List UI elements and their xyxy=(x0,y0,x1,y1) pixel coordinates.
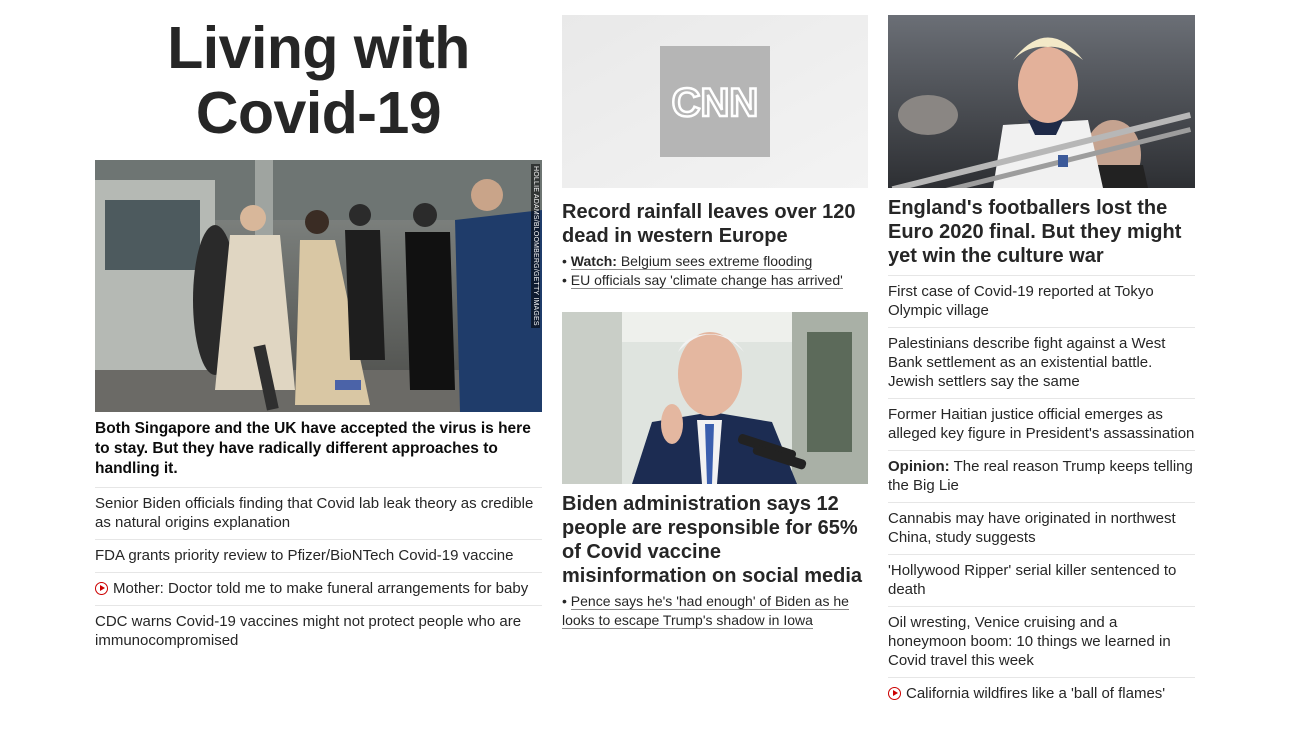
related-link[interactable]: • Pence says he's 'had enough' of Biden … xyxy=(562,592,868,630)
cnn-logo-icon: CNN xyxy=(672,81,759,125)
story-link[interactable]: Former Haitian justice official emerges … xyxy=(888,406,1194,442)
list-item[interactable]: Oil wresting, Venice cruising and a hone… xyxy=(888,607,1195,678)
related-link-text[interactable]: EU officials say 'climate change has arr… xyxy=(570,272,843,289)
england-headline[interactable]: England's footballers lost the Euro 2020… xyxy=(888,196,1195,268)
subway-photo xyxy=(95,160,542,412)
list-item[interactable]: California wildfires like a 'ball of fla… xyxy=(888,678,1195,710)
list-item[interactable]: Opinion: The real reason Trump keeps tel… xyxy=(888,451,1195,503)
zone-title-line2: Covid-19 xyxy=(195,80,442,146)
lead-headline-link[interactable]: Both Singapore and the UK have accepted … xyxy=(95,420,531,477)
biden-photo-link[interactable] xyxy=(562,312,868,484)
biden-related-links: • Pence says he's 'had enough' of Biden … xyxy=(562,592,868,630)
story-link[interactable]: First case of Covid-19 reported at Tokyo… xyxy=(888,283,1154,319)
play-video-icon xyxy=(95,582,108,595)
list-item[interactable]: Mother: Doctor told me to make funeral a… xyxy=(95,573,542,606)
list-item[interactable]: Former Haitian justice official emerges … xyxy=(888,399,1195,451)
story-link[interactable]: Oil wresting, Venice cruising and a hone… xyxy=(888,614,1171,669)
related-link-text[interactable]: Belgium sees extreme flooding xyxy=(621,253,812,269)
cnn-placeholder-link[interactable]: CNN xyxy=(562,15,868,188)
story-link[interactable]: California wildfires like a 'ball of fla… xyxy=(906,685,1165,702)
column-living-with-covid: Living with Covid-19 HOLLIE ADAMS/BLOOMB… xyxy=(95,0,542,657)
story-link[interactable]: FDA grants priority review to Pfizer/Bio… xyxy=(95,547,514,564)
related-link-watch[interactable]: • Watch: Belgium sees extreme flooding xyxy=(562,252,868,271)
lead-headline[interactable]: Both Singapore and the UK have accepted … xyxy=(95,419,542,479)
zone-title-line1: Living with xyxy=(167,15,470,81)
stadium-photo-link[interactable] xyxy=(888,15,1195,188)
story-link[interactable]: Senior Biden officials finding that Covi… xyxy=(95,495,533,531)
rainfall-headline[interactable]: Record rainfall leaves over 120 dead in … xyxy=(562,200,868,248)
biden-headline[interactable]: Biden administration says 12 people are … xyxy=(562,492,868,588)
list-item[interactable]: CDC warns Covid-19 vaccines might not pr… xyxy=(95,606,542,657)
story-link[interactable]: Mother: Doctor told me to make funeral a… xyxy=(113,580,528,597)
story-link[interactable]: CDC warns Covid-19 vaccines might not pr… xyxy=(95,613,521,649)
story-link[interactable]: Palestinians describe fight against a We… xyxy=(888,335,1165,390)
watch-label: Watch: xyxy=(570,253,617,269)
list-item[interactable]: 'Hollywood Ripper' serial killer sentenc… xyxy=(888,555,1195,607)
related-link-text[interactable]: Pence says he's 'had enough' of Biden as… xyxy=(562,593,849,629)
image-credit: HOLLIE ADAMS/BLOOMBERG/GETTY IMAGES xyxy=(531,164,540,328)
list-item[interactable]: Senior Biden officials finding that Covi… xyxy=(95,488,542,540)
right-story-list: First case of Covid-19 reported at Tokyo… xyxy=(888,275,1195,710)
stadium-photo xyxy=(888,15,1195,188)
england-headline-link[interactable]: England's footballers lost the Euro 2020… xyxy=(888,197,1181,267)
rainfall-related-links: • Watch: Belgium sees extreme flooding •… xyxy=(562,252,868,290)
cnn-placeholder-image: CNN xyxy=(562,15,868,188)
subway-photo-link[interactable]: HOLLIE ADAMS/BLOOMBERG/GETTY IMAGES xyxy=(95,160,542,412)
story-link[interactable]: 'Hollywood Ripper' serial killer sentenc… xyxy=(888,562,1176,598)
list-item[interactable]: First case of Covid-19 reported at Tokyo… xyxy=(888,276,1195,328)
column-center: CNN Record rainfall leaves over 120 dead… xyxy=(562,0,868,630)
rainfall-headline-link[interactable]: Record rainfall leaves over 120 dead in … xyxy=(562,201,856,247)
list-item[interactable]: FDA grants priority review to Pfizer/Bio… xyxy=(95,540,542,573)
list-item[interactable]: Palestinians describe fight against a We… xyxy=(888,328,1195,399)
opinion-label: Opinion: xyxy=(888,458,950,475)
biden-headline-link[interactable]: Biden administration says 12 people are … xyxy=(562,493,862,587)
zone-title: Living with Covid-19 xyxy=(95,16,542,146)
covid-story-list: Senior Biden officials finding that Covi… xyxy=(95,487,542,657)
column-right: England's footballers lost the Euro 2020… xyxy=(888,0,1195,710)
biden-photo xyxy=(562,312,868,484)
story-link[interactable]: Cannabis may have originated in northwes… xyxy=(888,510,1176,546)
related-link[interactable]: • EU officials say 'climate change has a… xyxy=(562,271,868,290)
play-video-icon xyxy=(888,687,901,700)
list-item[interactable]: Cannabis may have originated in northwes… xyxy=(888,503,1195,555)
